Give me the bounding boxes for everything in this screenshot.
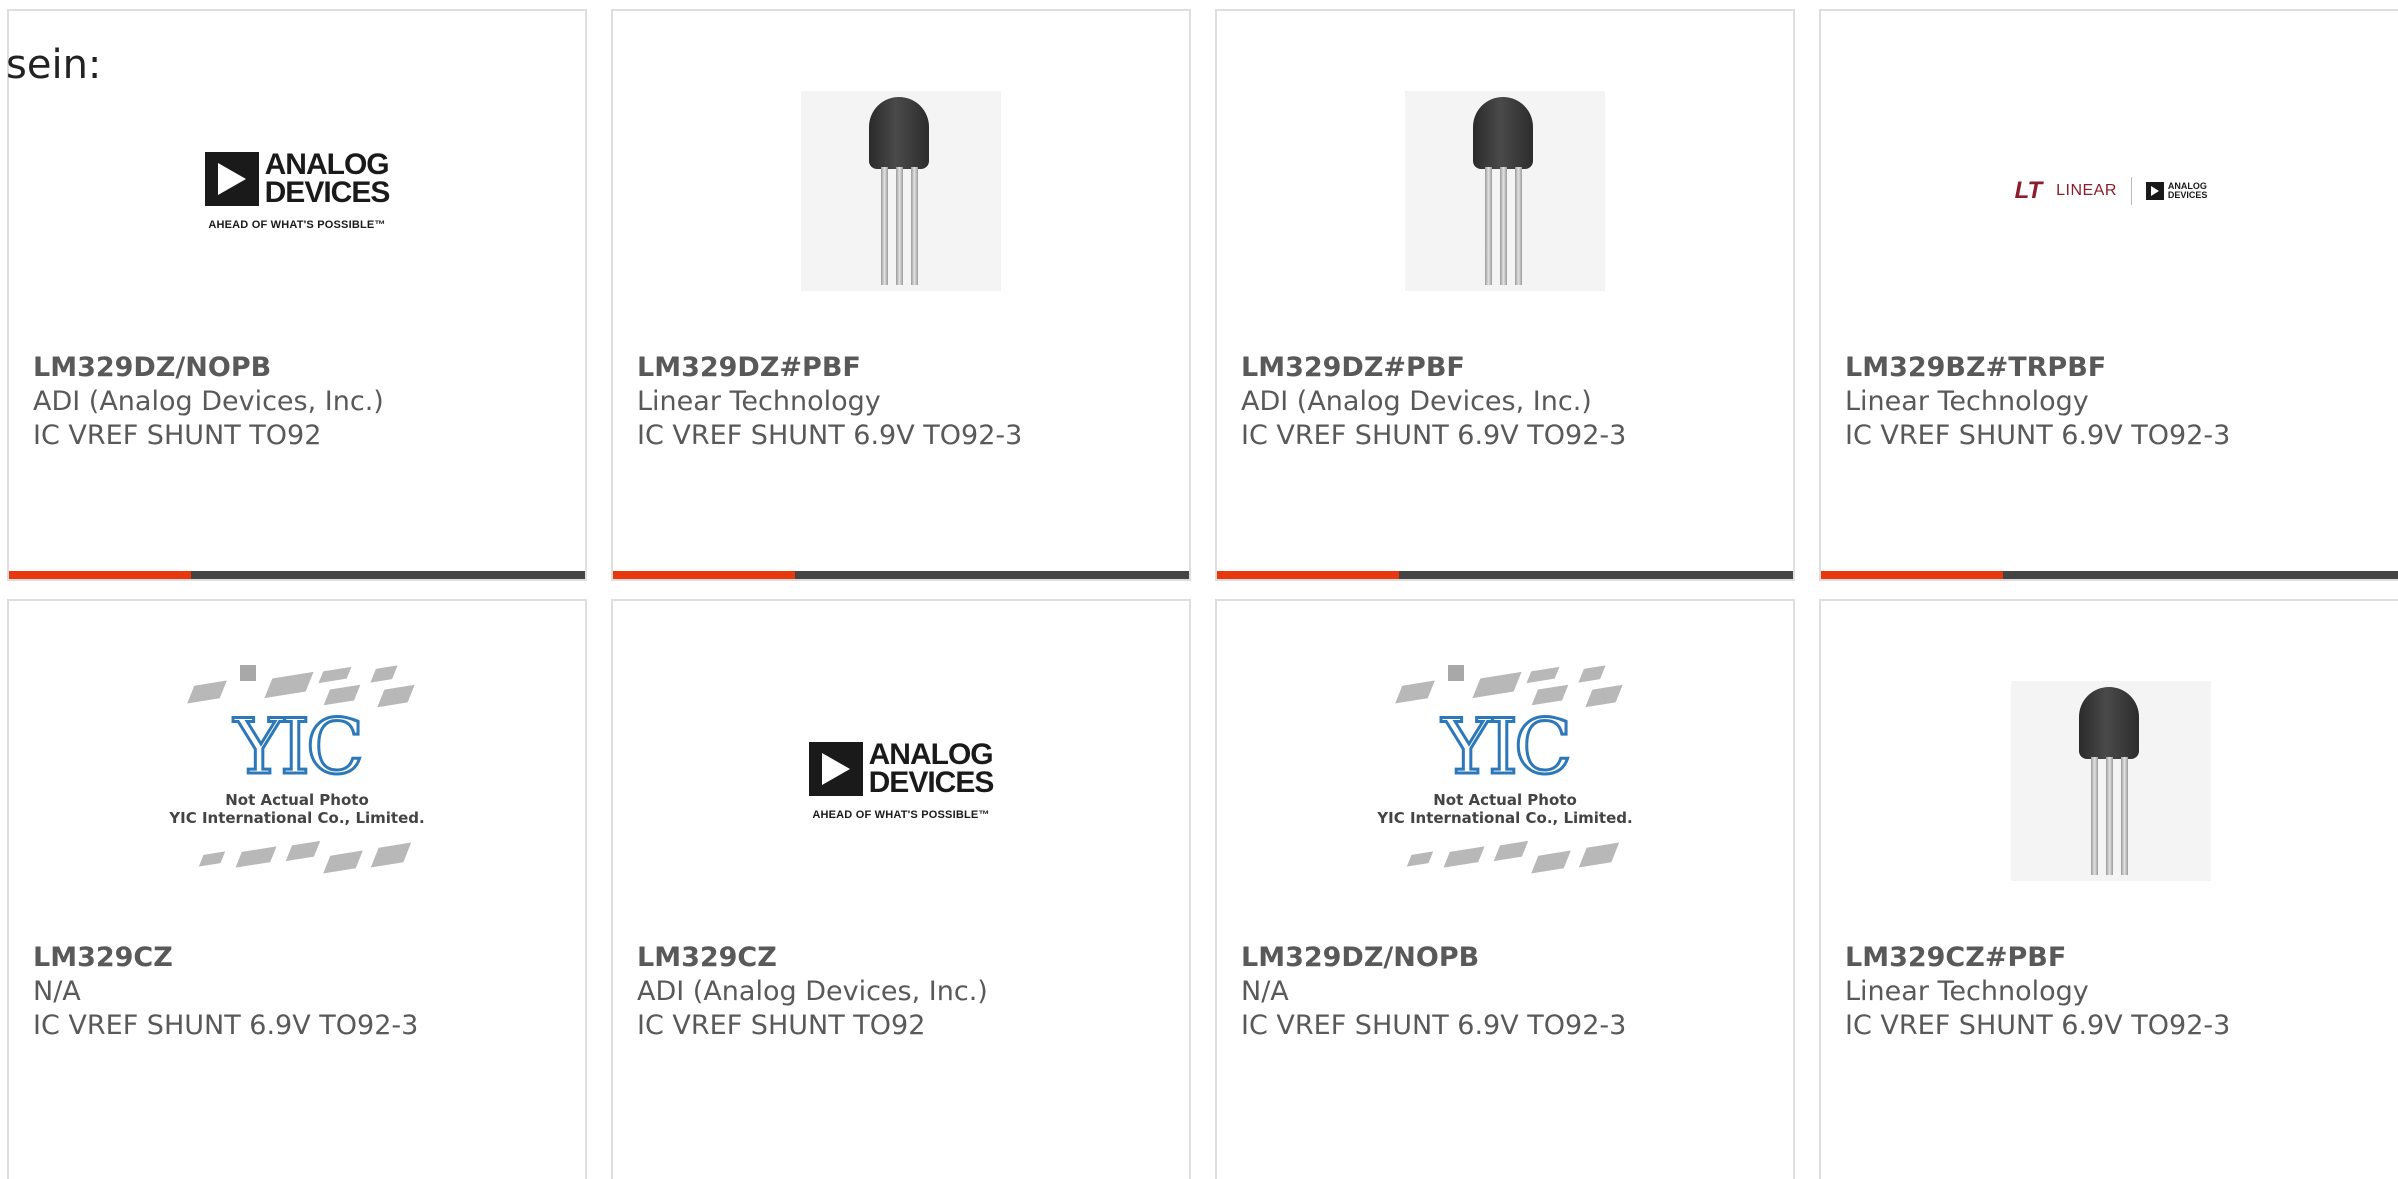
manufacturer: Linear Technology: [1845, 976, 2089, 1007]
manufacturer: N/A: [1241, 976, 1289, 1007]
description: IC VREF SHUNT 6.9V TO92-3: [1845, 1010, 2231, 1041]
analog-devices-logo: ANALOG DEVICES AHEAD OF WHAT'S POSSIBLE™: [808, 740, 994, 821]
manufacturer: N/A: [33, 976, 81, 1007]
product-grid: ANALOG DEVICES AHEAD OF WHAT'S POSSIBLE™…: [0, 0, 2398, 1179]
manufacturer: ADI (Analog Devices, Inc.): [637, 976, 988, 1007]
description: IC VREF SHUNT 6.9V TO92-3: [1241, 420, 1627, 451]
product-image[interactable]: [613, 61, 1189, 321]
product-card[interactable]: LT LINEAR ANALOG DEVICES LM329BZ#TRPBF L…: [1819, 9, 2398, 581]
description: IC VREF SHUNT 6.9V TO92-3: [1845, 420, 2231, 451]
part-number-link[interactable]: LM329CZ#PBF: [1845, 941, 2230, 975]
description: IC VREF SHUNT 6.9V TO92-3: [33, 1010, 419, 1041]
product-image[interactable]: ANALOG DEVICES AHEAD OF WHAT'S POSSIBLE™: [9, 61, 585, 321]
to92-transistor-photo: [2011, 681, 2211, 881]
product-card[interactable]: LM329DZ#PBF Linear Technology IC VREF SH…: [611, 9, 1191, 581]
analog-devices-mark-icon: [204, 152, 259, 206]
part-number-link[interactable]: LM329CZ: [33, 941, 418, 975]
yic-logo-icon: YIC: [1440, 702, 1573, 791]
card-bottom-bar: [613, 571, 1189, 579]
manufacturer: Linear Technology: [637, 386, 881, 417]
product-card[interactable]: LM329CZ#PBF Linear Technology IC VREF SH…: [1819, 599, 2398, 1179]
linear-mark-icon: LT: [2014, 177, 2043, 204]
description: IC VREF SHUNT TO92: [637, 1010, 926, 1041]
yic-placeholder-image: YIC Not Actual Photo YIC International C…: [1370, 661, 1640, 901]
description: IC VREF SHUNT 6.9V TO92-3: [637, 420, 1023, 451]
part-number-link[interactable]: LM329DZ#PBF: [637, 351, 1022, 385]
analog-devices-mark-icon: [808, 742, 863, 796]
analog-devices-logo: ANALOG DEVICES AHEAD OF WHAT'S POSSIBLE™: [204, 150, 390, 231]
to92-transistor-photo: [801, 91, 1001, 291]
card-bottom-bar: [1821, 571, 2398, 579]
product-image[interactable]: LT LINEAR ANALOG DEVICES: [1821, 61, 2398, 321]
product-card[interactable]: ANALOG DEVICES AHEAD OF WHAT'S POSSIBLE™…: [7, 9, 587, 581]
manufacturer: ADI (Analog Devices, Inc.): [33, 386, 384, 417]
card-bottom-bar: [1217, 571, 1793, 579]
part-number-link[interactable]: LM329DZ#PBF: [1241, 351, 1626, 385]
part-number-link[interactable]: LM329BZ#TRPBF: [1845, 351, 2230, 385]
analog-devices-mark-icon: [2145, 182, 2164, 200]
product-card[interactable]: YIC Not Actual Photo YIC International C…: [7, 599, 587, 1179]
linear-analog-logo: LT LINEAR ANALOG DEVICES: [2014, 177, 2208, 205]
yic-placeholder-image: YIC Not Actual Photo YIC International C…: [162, 661, 432, 901]
product-image[interactable]: YIC Not Actual Photo YIC International C…: [9, 651, 585, 911]
product-image[interactable]: [1821, 651, 2398, 911]
part-number-link[interactable]: LM329DZ/NOPB: [1241, 941, 1626, 975]
product-card[interactable]: ANALOG DEVICES AHEAD OF WHAT'S POSSIBLE™…: [611, 599, 1191, 1179]
card-accent-bar: [1217, 571, 1399, 579]
yic-logo-icon: YIC: [232, 702, 365, 791]
product-card[interactable]: LM329DZ#PBF ADI (Analog Devices, Inc.) I…: [1215, 9, 1795, 581]
card-accent-bar: [9, 571, 191, 579]
product-image[interactable]: YIC Not Actual Photo YIC International C…: [1217, 651, 1793, 911]
description: IC VREF SHUNT 6.9V TO92-3: [1241, 1010, 1627, 1041]
part-number-link[interactable]: LM329CZ: [637, 941, 988, 975]
to92-transistor-photo: [1405, 91, 1605, 291]
manufacturer: ADI (Analog Devices, Inc.): [1241, 386, 1592, 417]
card-accent-bar: [613, 571, 795, 579]
manufacturer: Linear Technology: [1845, 386, 2089, 417]
product-image[interactable]: ANALOG DEVICES AHEAD OF WHAT'S POSSIBLE™: [613, 651, 1189, 911]
card-bottom-bar: [9, 571, 585, 579]
card-accent-bar: [1821, 571, 2003, 579]
intro-text: sein:: [6, 42, 102, 88]
description: IC VREF SHUNT TO92: [33, 420, 322, 451]
part-number-link[interactable]: LM329DZ/NOPB: [33, 351, 384, 385]
product-image[interactable]: [1217, 61, 1793, 321]
product-card[interactable]: YIC Not Actual Photo YIC International C…: [1215, 599, 1795, 1179]
